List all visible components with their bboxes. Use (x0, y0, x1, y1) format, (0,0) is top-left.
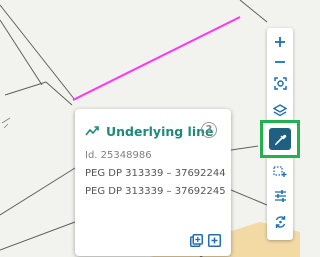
popup-actions (190, 234, 221, 247)
highlighted-underlying-line (72, 16, 241, 101)
parcel-reference-1: PEG DP 313339 – 37692244 (85, 168, 226, 179)
minus-icon (275, 61, 285, 63)
eyedropper-icon (274, 134, 286, 145)
boundary-tick (1, 117, 11, 129)
copy-to-clipboard-icon[interactable] (190, 234, 203, 247)
layers-icon (273, 103, 287, 116)
plus-icon (275, 37, 285, 47)
feature-info-popup: Underlying line ? Id. 25348986 PEG DP 31… (75, 109, 231, 256)
add-point-button[interactable] (267, 160, 293, 182)
sliders-icon (274, 190, 286, 202)
help-icon[interactable]: ? (201, 122, 217, 138)
rotate-refresh-icon (275, 216, 285, 228)
rotate-button[interactable] (267, 211, 293, 233)
dotted-add-icon (273, 165, 287, 177)
trend-line-icon (85, 126, 99, 136)
popup-header: Underlying line (85, 123, 214, 139)
zoom-in-button[interactable] (267, 31, 293, 53)
parcel-reference-2: PEG DP 313339 – 37692245 (85, 186, 226, 197)
map-toolbar (260, 28, 300, 240)
popup-title: Underlying line (106, 123, 214, 139)
feature-id: Id. 25348986 (85, 150, 152, 161)
settings-button[interactable] (267, 185, 293, 207)
zoom-out-button[interactable] (267, 51, 293, 73)
locate-button[interactable] (267, 72, 293, 94)
identify-tool-active-background (269, 128, 291, 150)
layers-button[interactable] (267, 99, 293, 121)
add-to-selection-icon[interactable] (208, 234, 221, 247)
identify-tool-button[interactable] (260, 120, 300, 158)
crosshair-target-icon (273, 76, 287, 90)
